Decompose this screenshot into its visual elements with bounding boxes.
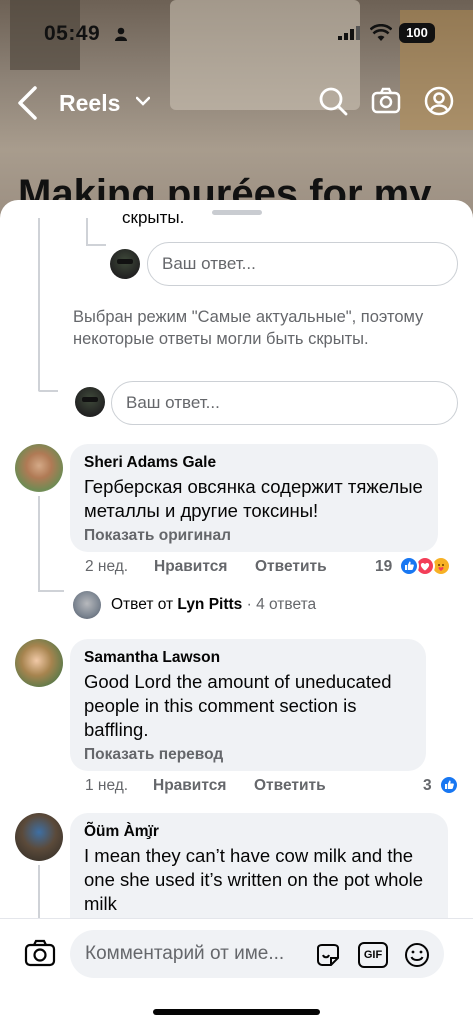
truncated-reply-text: скрыты.: [122, 208, 185, 227]
comment-text: Good Lord the amount of uneducated peopl…: [84, 671, 392, 740]
reaction-count[interactable]: 3: [423, 777, 432, 795]
comment-input[interactable]: Комментарий от име... GIF: [70, 930, 444, 978]
comment-author[interactable]: Samantha Lawson: [84, 649, 220, 667]
signal-icon: [338, 26, 360, 40]
like-reaction-icon: [439, 775, 459, 795]
reply-input[interactable]: Ваш ответ...: [111, 381, 458, 425]
search-icon[interactable]: [318, 86, 348, 116]
reply-author-avatar[interactable]: [73, 591, 101, 619]
reply-input[interactable]: Ваш ответ...: [147, 242, 458, 286]
filter-notice: Выбран режим "Самые актуальные", поэтому…: [73, 308, 424, 348]
battery-indicator: 100: [399, 23, 435, 43]
comment-author[interactable]: Sheri Adams Gale: [84, 454, 216, 472]
drag-handle[interactable]: [212, 210, 262, 215]
like-reaction-icon: [399, 556, 419, 576]
camera-icon[interactable]: [24, 939, 56, 967]
wifi-icon: [370, 24, 392, 41]
comment-text: I mean they can’t have cow milk and the …: [84, 845, 424, 914]
gif-button[interactable]: GIF: [358, 942, 388, 968]
comment-time: 2 нед.: [85, 558, 129, 575]
home-indicator: [153, 1009, 320, 1015]
comment-bubble: Samantha Lawson Good Lord the amount of …: [70, 639, 426, 771]
comments-sheet: скрыты. Ваш ответ... Выбран режим "Самые…: [0, 200, 473, 1024]
reels-header: Reels: [0, 82, 473, 126]
emoji-icon[interactable]: [403, 942, 431, 968]
replies-count: · 4 ответа: [246, 596, 317, 613]
comment-text: Герберская овсянка содержит тяжелые мета…: [84, 476, 423, 521]
like-button[interactable]: Нравится: [154, 558, 227, 576]
person-icon: [115, 27, 127, 41]
replies-author: Lyn Pitts: [177, 596, 243, 613]
comment-time: 1 нед.: [85, 777, 129, 794]
show-translation-link[interactable]: Показать перевод: [84, 746, 223, 764]
reply-button[interactable]: Ответить: [255, 558, 327, 576]
user-avatar-small: [75, 387, 105, 417]
reaction-count[interactable]: 19: [375, 558, 392, 576]
view-replies-link[interactable]: Ответ от Lyn Pitts · 4 ответа: [111, 596, 316, 614]
chevron-down-icon[interactable]: [136, 96, 150, 106]
status-time: 05:49: [44, 22, 101, 45]
comment-author[interactable]: Õüm Àm̧ïr: [84, 823, 159, 841]
comment-bubble: Sheri Adams Gale Герберская овсянка соде…: [70, 444, 438, 552]
replies-prefix: Ответ от: [111, 596, 174, 613]
commenter-avatar[interactable]: [15, 444, 63, 492]
commenter-avatar[interactable]: [15, 813, 63, 861]
like-button[interactable]: Нравится: [153, 777, 226, 795]
status-bar: 05:49 100: [0, 22, 473, 50]
profile-icon[interactable]: [424, 86, 454, 116]
sticker-icon[interactable]: [314, 942, 342, 968]
reply-button[interactable]: Ответить: [254, 777, 326, 795]
commenter-avatar[interactable]: [15, 639, 63, 687]
camera-icon[interactable]: [371, 86, 401, 116]
comment-input-placeholder: Комментарий от име...: [85, 943, 285, 964]
user-avatar-small: [110, 249, 140, 279]
back-arrow-icon[interactable]: [16, 86, 38, 120]
reels-title[interactable]: Reels: [59, 90, 120, 117]
show-original-link[interactable]: Показать оригинал: [84, 527, 231, 545]
